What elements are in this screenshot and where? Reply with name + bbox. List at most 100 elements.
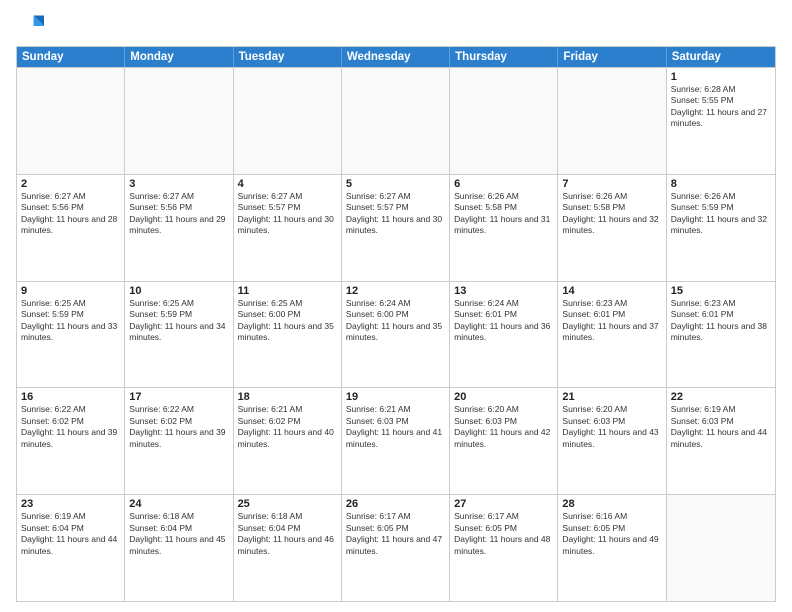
day-of-week-saturday: Saturday [667, 47, 775, 67]
day-cell-empty [342, 68, 450, 174]
day-cell-23: 23Sunrise: 6:19 AM Sunset: 6:04 PM Dayli… [17, 495, 125, 601]
day-number: 3 [129, 178, 228, 190]
day-info: Sunrise: 6:22 AM Sunset: 6:02 PM Dayligh… [129, 404, 228, 450]
day-number: 14 [562, 285, 661, 297]
day-cell-9: 9Sunrise: 6:25 AM Sunset: 5:59 PM Daylig… [17, 282, 125, 388]
day-cell-27: 27Sunrise: 6:17 AM Sunset: 6:05 PM Dayli… [450, 495, 558, 601]
day-info: Sunrise: 6:26 AM Sunset: 5:58 PM Dayligh… [454, 191, 553, 237]
day-number: 12 [346, 285, 445, 297]
day-number: 15 [671, 285, 771, 297]
calendar-week-2: 9 Sunrise: 6:25 AM Sunset: 5:59 PM Daylig… [17, 281, 775, 388]
day-cell-13: 13Sunrise: 6:24 AM Sunset: 6:01 PM Dayli… [450, 282, 558, 388]
day-info: Sunrise: 6:27 AM Sunset: 5:56 PM Dayligh… [129, 191, 228, 237]
day-cell-empty [558, 68, 666, 174]
day-cell-10: 10Sunrise: 6:25 AM Sunset: 5:59 PM Dayli… [125, 282, 233, 388]
day-info: Sunrise: 6:20 AM Sunset: 6:03 PM Dayligh… [562, 404, 661, 450]
day-cell-1: 1Sunrise: 6:28 AM Sunset: 5:55 PM Daylig… [667, 68, 775, 174]
day-cell-20: 20Sunrise: 6:20 AM Sunset: 6:03 PM Dayli… [450, 388, 558, 494]
day-of-week-wednesday: Wednesday [342, 47, 450, 67]
day-cell-25: 25Sunrise: 6:18 AM Sunset: 6:04 PM Dayli… [234, 495, 342, 601]
day-number: 27 [454, 498, 553, 510]
day-info: Sunrise: 6:26 AM Sunset: 5:58 PM Dayligh… [562, 191, 661, 237]
day-info: Sunrise: 6:22 AM Sunset: 6:02 PM Dayligh… [21, 404, 120, 450]
day-info: Sunrise: 6:18 AM Sunset: 6:04 PM Dayligh… [129, 511, 228, 557]
day-cell-14: 14Sunrise: 6:23 AM Sunset: 6:01 PM Dayli… [558, 282, 666, 388]
day-info: Sunrise: 6:18 AM Sunset: 6:04 PM Dayligh… [238, 511, 337, 557]
logo-icon [16, 12, 44, 40]
day-info: Sunrise: 6:25 AM Sunset: 6:00 PM Dayligh… [238, 298, 337, 344]
day-number: 19 [346, 391, 445, 403]
day-number: 21 [562, 391, 661, 403]
day-cell-4: 4Sunrise: 6:27 AM Sunset: 5:57 PM Daylig… [234, 175, 342, 281]
day-cell-empty [234, 68, 342, 174]
day-number: 4 [238, 178, 337, 190]
day-number: 5 [346, 178, 445, 190]
day-cell-3: 3Sunrise: 6:27 AM Sunset: 5:56 PM Daylig… [125, 175, 233, 281]
day-number: 22 [671, 391, 771, 403]
day-cell-empty [450, 68, 558, 174]
day-of-week-monday: Monday [125, 47, 233, 67]
day-cell-empty [17, 68, 125, 174]
day-info: Sunrise: 6:21 AM Sunset: 6:02 PM Dayligh… [238, 404, 337, 450]
day-info: Sunrise: 6:27 AM Sunset: 5:57 PM Dayligh… [238, 191, 337, 237]
calendar-header: SundayMondayTuesdayWednesdayThursdayFrid… [17, 47, 775, 67]
day-cell-8: 8Sunrise: 6:26 AM Sunset: 5:59 PM Daylig… [667, 175, 775, 281]
day-number: 7 [562, 178, 661, 190]
day-info: Sunrise: 6:19 AM Sunset: 6:04 PM Dayligh… [21, 511, 120, 557]
calendar-week-3: 16Sunrise: 6:22 AM Sunset: 6:02 PM Dayli… [17, 387, 775, 494]
day-cell-21: 21Sunrise: 6:20 AM Sunset: 6:03 PM Dayli… [558, 388, 666, 494]
calendar-week-4: 23Sunrise: 6:19 AM Sunset: 6:04 PM Dayli… [17, 494, 775, 601]
day-cell-15: 15Sunrise: 6:23 AM Sunset: 6:01 PM Dayli… [667, 282, 775, 388]
day-cell-18: 18Sunrise: 6:21 AM Sunset: 6:02 PM Dayli… [234, 388, 342, 494]
day-info: Sunrise: 6:26 AM Sunset: 5:59 PM Dayligh… [671, 191, 771, 237]
day-cell-22: 22Sunrise: 6:19 AM Sunset: 6:03 PM Dayli… [667, 388, 775, 494]
day-number: 23 [21, 498, 120, 510]
day-number: 6 [454, 178, 553, 190]
day-number: 2 [21, 178, 120, 190]
day-cell-6: 6Sunrise: 6:26 AM Sunset: 5:58 PM Daylig… [450, 175, 558, 281]
day-cell-5: 5Sunrise: 6:27 AM Sunset: 5:57 PM Daylig… [342, 175, 450, 281]
page: SundayMondayTuesdayWednesdayThursdayFrid… [0, 0, 792, 612]
day-cell-7: 7Sunrise: 6:26 AM Sunset: 5:58 PM Daylig… [558, 175, 666, 281]
day-cell-24: 24Sunrise: 6:18 AM Sunset: 6:04 PM Dayli… [125, 495, 233, 601]
calendar: SundayMondayTuesdayWednesdayThursdayFrid… [16, 46, 776, 602]
day-cell-19: 19Sunrise: 6:21 AM Sunset: 6:03 PM Dayli… [342, 388, 450, 494]
day-info: Sunrise: 6:16 AM Sunset: 6:05 PM Dayligh… [562, 511, 661, 557]
day-cell-17: 17Sunrise: 6:22 AM Sunset: 6:02 PM Dayli… [125, 388, 233, 494]
day-number: 26 [346, 498, 445, 510]
day-info: Sunrise: 6:21 AM Sunset: 6:03 PM Dayligh… [346, 404, 445, 450]
day-info: Sunrise: 6:17 AM Sunset: 6:05 PM Dayligh… [454, 511, 553, 557]
day-info: Sunrise: 6:25 AM Sunset: 5:59 PM Dayligh… [129, 298, 228, 344]
day-info: Sunrise: 6:28 AM Sunset: 5:55 PM Dayligh… [671, 84, 771, 130]
day-number: 1 [671, 71, 771, 83]
day-info: Sunrise: 6:23 AM Sunset: 6:01 PM Dayligh… [562, 298, 661, 344]
day-info: Sunrise: 6:24 AM Sunset: 6:00 PM Dayligh… [346, 298, 445, 344]
day-cell-28: 28Sunrise: 6:16 AM Sunset: 6:05 PM Dayli… [558, 495, 666, 601]
day-number: 11 [238, 285, 337, 297]
day-number: 18 [238, 391, 337, 403]
day-number: 25 [238, 498, 337, 510]
day-of-week-tuesday: Tuesday [234, 47, 342, 67]
day-number: 8 [671, 178, 771, 190]
day-info: Sunrise: 6:23 AM Sunset: 6:01 PM Dayligh… [671, 298, 771, 344]
day-cell-2: 2Sunrise: 6:27 AM Sunset: 5:56 PM Daylig… [17, 175, 125, 281]
day-number: 9 [21, 285, 120, 297]
day-number: 16 [21, 391, 120, 403]
day-cell-empty [125, 68, 233, 174]
logo [16, 12, 48, 40]
day-info: Sunrise: 6:20 AM Sunset: 6:03 PM Dayligh… [454, 404, 553, 450]
day-number: 13 [454, 285, 553, 297]
day-info: Sunrise: 6:19 AM Sunset: 6:03 PM Dayligh… [671, 404, 771, 450]
day-number: 28 [562, 498, 661, 510]
header [16, 12, 776, 40]
day-cell-12: 12Sunrise: 6:24 AM Sunset: 6:00 PM Dayli… [342, 282, 450, 388]
day-info: Sunrise: 6:27 AM Sunset: 5:57 PM Dayligh… [346, 191, 445, 237]
day-info: Sunrise: 6:24 AM Sunset: 6:01 PM Dayligh… [454, 298, 553, 344]
day-of-week-sunday: Sunday [17, 47, 125, 67]
day-cell-empty [667, 495, 775, 601]
calendar-week-1: 2 Sunrise: 6:27 AM Sunset: 5:56 PM Daylig… [17, 174, 775, 281]
day-number: 20 [454, 391, 553, 403]
day-cell-26: 26Sunrise: 6:17 AM Sunset: 6:05 PM Dayli… [342, 495, 450, 601]
day-of-week-thursday: Thursday [450, 47, 558, 67]
calendar-week-0: 1Sunrise: 6:28 AM Sunset: 5:55 PM Daylig… [17, 67, 775, 174]
